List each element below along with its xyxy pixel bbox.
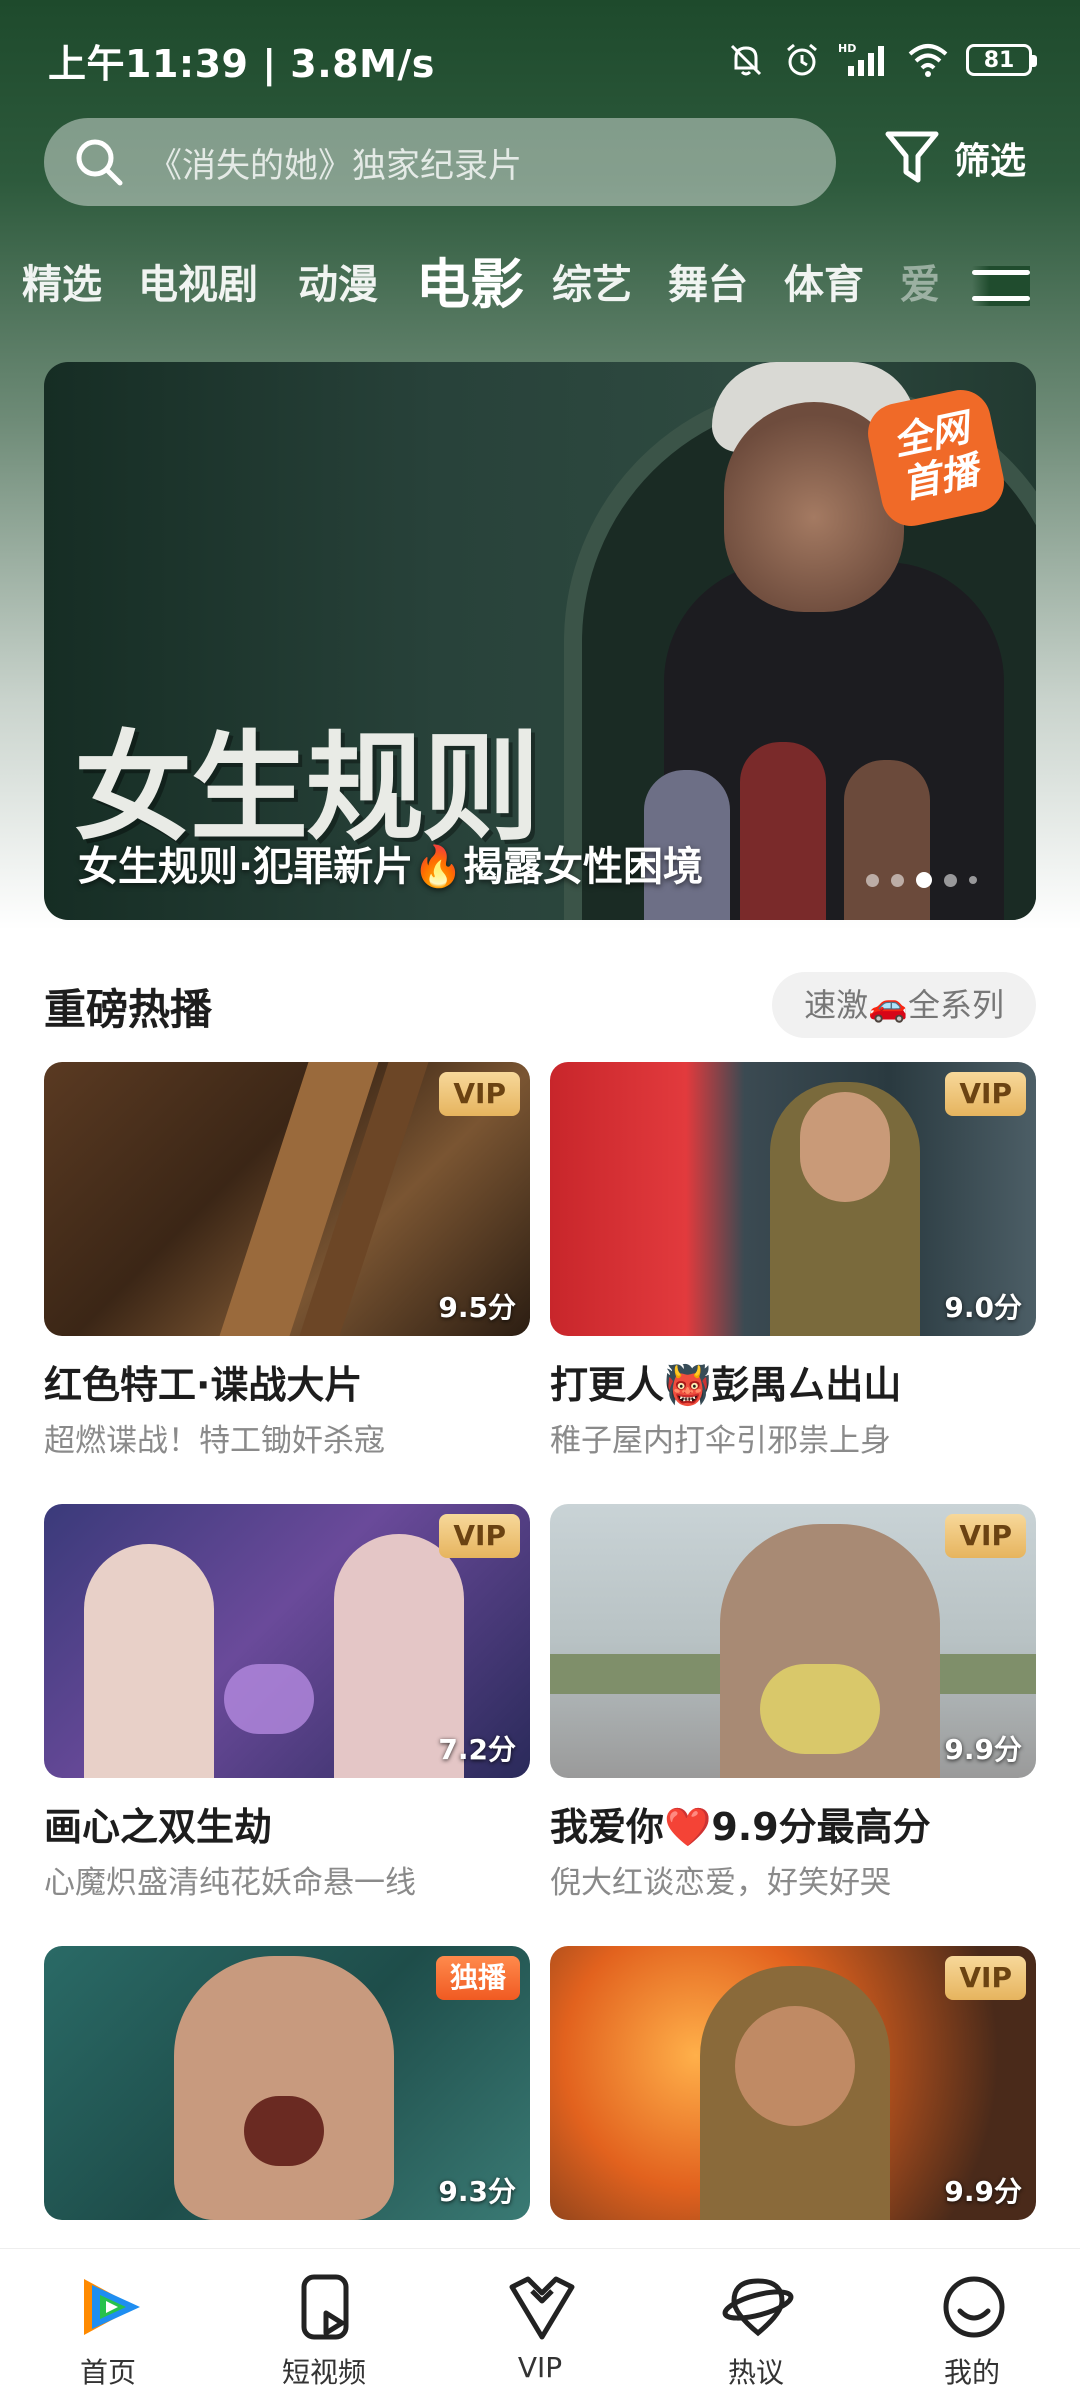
movie-card[interactable]: VIP 9.9分: [550, 1946, 1036, 2220]
tab-variety[interactable]: 综艺: [552, 240, 632, 330]
tab-tv-series[interactable]: 电视剧: [138, 240, 258, 330]
vip-badge: VIP: [439, 1072, 520, 1116]
movie-title: 画心之双生劫: [44, 1805, 273, 1849]
search-row: 《消失的她》独家纪录片 筛选: [0, 118, 1080, 210]
movie-thumbnail: VIP 9.9分: [550, 1946, 1036, 2220]
planet-icon: [722, 2278, 794, 2337]
carousel-dot: [866, 873, 879, 887]
battery-icon: 81: [966, 44, 1037, 76]
tencent-video-logo-icon: [84, 2279, 140, 2335]
movie-thumbnail: VIP 9.9分: [550, 1504, 1036, 1778]
movie-card[interactable]: VIP 9.5分 红色特工·谍战大片 超燃谍战！特工锄奸杀寇: [44, 1062, 530, 1460]
movie-thumbnail: 独播 9.3分: [44, 1946, 530, 2220]
alarm-icon: [787, 43, 817, 76]
movie-subtitle: 超燃谍战！特工锄奸杀寇: [44, 1423, 385, 1459]
nav-vip[interactable]: VIP: [432, 2249, 648, 2400]
score-label: 7.2分: [438, 1733, 516, 1766]
carousel-indicator: [866, 872, 977, 888]
movie-title: 打更人👹彭禺厶出山: [550, 1363, 902, 1407]
movie-card[interactable]: VIP 7.2分 画心之双生劫 心魔炽盛清纯花妖命悬一线: [44, 1504, 530, 1902]
score-label: 9.3分: [438, 2175, 516, 2208]
status-icons: HD 81: [726, 40, 1037, 80]
smile-face-icon: [943, 2276, 1005, 2338]
movie-thumbnail: VIP 9.5分: [44, 1062, 530, 1336]
short-video-icon: [301, 2274, 349, 2340]
section-header: 重磅热播 速激🚗全系列: [44, 968, 1036, 1040]
tab-sports[interactable]: 体育: [784, 240, 864, 330]
carousel-dot: [969, 876, 977, 884]
filter-icon: [885, 131, 939, 183]
hd-signal-icon: HD: [838, 42, 884, 76]
carousel-dot: [891, 873, 904, 887]
score-label: 9.9分: [944, 1733, 1022, 1766]
carousel-dot: [944, 873, 957, 887]
nav-label: 首页: [79, 2356, 136, 2389]
nav-label: 我的: [943, 2356, 1000, 2389]
category-tabs: 精选 电视剧 动漫 电影 综艺 舞台 体育 爱: [0, 240, 1080, 330]
movie-title: 红色特工·谍战大片: [44, 1363, 363, 1407]
movie-card[interactable]: VIP 9.9分 我爱你❤️9.9分最高分 倪大红谈恋爱，好笑好哭: [550, 1504, 1036, 1902]
tab-movies[interactable]: 电影: [416, 240, 524, 330]
nav-label: VIP: [517, 2351, 563, 2384]
movie-card[interactable]: 独播 9.3分: [44, 1946, 530, 2220]
tab-anime[interactable]: 动漫: [298, 240, 378, 330]
movie-card[interactable]: VIP 9.0分 打更人👹彭禺厶出山 稚子屋内打伞引邪祟上身: [550, 1062, 1036, 1460]
tab-menu-button[interactable]: [972, 266, 1030, 306]
tab-featured[interactable]: 精选: [22, 240, 102, 330]
vip-badge: VIP: [439, 1514, 520, 1558]
search-placeholder: 《消失的她》独家纪录片: [148, 145, 522, 186]
banner-cast-art: [644, 742, 964, 920]
nav-label: 短视频: [281, 2356, 366, 2389]
vip-badge: VIP: [945, 1956, 1026, 2000]
hero-banner[interactable]: 女生规则 全网 首播 女生规则·犯罪新片🔥揭露女性困境: [44, 362, 1036, 920]
score-label: 9.9分: [944, 2175, 1022, 2208]
movie-title: 我爱你❤️9.9分最高分: [550, 1805, 931, 1849]
status-bar: 上午11:39 | 3.8M/s HD 81: [0, 0, 1080, 120]
filter-button[interactable]: 筛选: [884, 128, 1026, 188]
nav-label: 热议: [727, 2356, 784, 2389]
svg-text:HD: HD: [838, 42, 856, 55]
vip-crown-icon: [509, 2276, 575, 2340]
wifi-icon: [908, 44, 948, 77]
section-chip-button[interactable]: 速激🚗全系列: [772, 972, 1036, 1038]
filter-label: 筛选: [954, 141, 1027, 182]
vip-badge: VIP: [945, 1514, 1026, 1558]
nav-profile[interactable]: 我的: [864, 2249, 1080, 2400]
movie-thumbnail: VIP 7.2分: [44, 1504, 530, 1778]
nav-home[interactable]: 首页: [0, 2249, 216, 2400]
movie-subtitle: 倪大红谈恋爱，好笑好哭: [550, 1865, 891, 1901]
search-input[interactable]: 《消失的她》独家纪录片: [44, 118, 836, 206]
score-label: 9.0分: [944, 1291, 1022, 1324]
banner-caption: 女生规则·犯罪新片🔥揭露女性困境: [78, 844, 703, 890]
movie-subtitle: 心魔炽盛清纯花妖命悬一线: [44, 1865, 416, 1901]
carousel-dot-active: [916, 872, 932, 888]
tab-more-partial[interactable]: 爱: [900, 240, 940, 330]
nav-short-video[interactable]: 短视频: [216, 2249, 432, 2400]
section-title: 重磅热播: [44, 985, 213, 1034]
score-label: 9.5分: [438, 1291, 516, 1324]
bell-off-icon: [730, 44, 762, 76]
movie-subtitle: 稚子屋内打伞引邪祟上身: [550, 1423, 891, 1459]
search-icon: [76, 139, 123, 186]
movie-thumbnail: VIP 9.0分: [550, 1062, 1036, 1336]
tab-stage[interactable]: 舞台: [668, 240, 748, 330]
premiere-badge: 全网 首播: [862, 384, 1010, 532]
bottom-navigation: 首页 短视频 VIP 热议 我的: [0, 2248, 1080, 2400]
vip-badge: VIP: [945, 1072, 1026, 1116]
status-time: 上午11:39 | 3.8M/s: [48, 41, 435, 86]
exclusive-badge: 独播: [435, 1956, 520, 2000]
nav-discussion[interactable]: 热议: [648, 2249, 864, 2400]
battery-level: 81: [983, 47, 1015, 73]
